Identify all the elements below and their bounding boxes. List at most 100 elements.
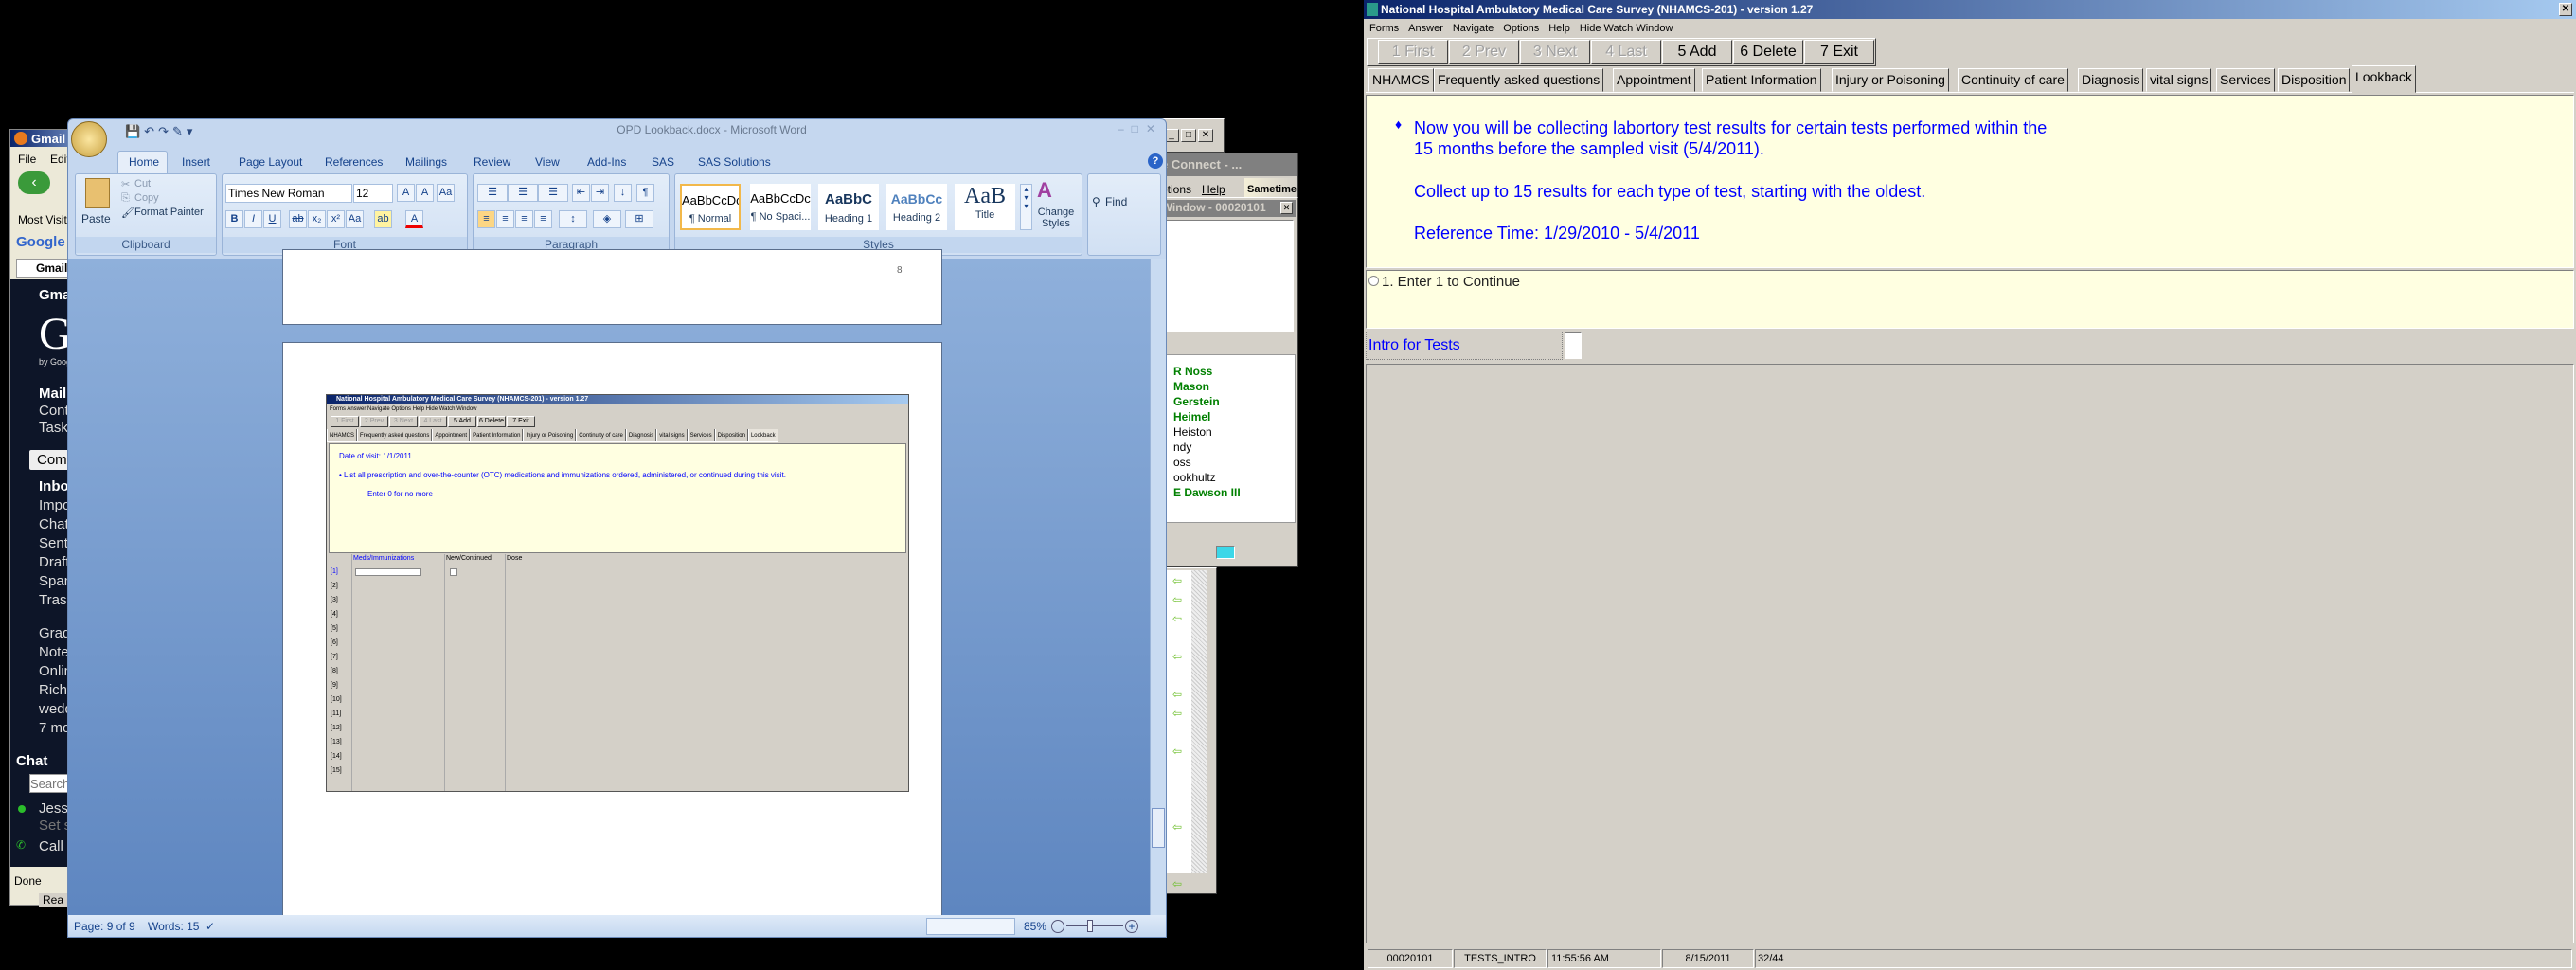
answer-option[interactable]: 1. Enter 1 to Continue (1382, 274, 1520, 290)
tab-page-layout[interactable]: Page Layout (239, 155, 302, 169)
close-icon[interactable]: ✕ (1198, 129, 1213, 142)
tab-disposition[interactable]: Disposition (2278, 68, 2351, 92)
contact-item[interactable]: Heimel (1173, 410, 1210, 423)
chat-bubble-icon[interactable] (1216, 546, 1235, 559)
tab-sas[interactable]: SAS (652, 155, 674, 169)
format-painter-button[interactable]: Format Painter (134, 207, 204, 218)
font-name-select[interactable]: Times New Roman (225, 184, 352, 203)
tab-view[interactable]: View (535, 155, 560, 169)
tab-nhamcs[interactable]: NHAMCS (1368, 68, 1434, 92)
tab-injury-or-poisoning[interactable]: Injury or Poisoning (1832, 68, 1949, 92)
tab-vital-signs[interactable]: vital signs (2146, 68, 2212, 92)
menu-navigate[interactable]: Navigate (1453, 23, 1494, 34)
tab-diagnosis[interactable]: Diagnosis (2078, 68, 2144, 92)
folder-sent[interactable]: Sent (39, 535, 68, 551)
justify-icon[interactable]: ≡ (534, 210, 552, 228)
label-grad[interactable]: Grad (39, 625, 70, 641)
underline-icon[interactable]: U (263, 210, 281, 228)
subscript-icon[interactable]: x₂ (308, 210, 326, 228)
contact-item[interactable]: ookhultz (1173, 471, 1216, 484)
menu-file[interactable]: File (18, 153, 36, 166)
status-words[interactable]: Words: 15 (148, 915, 199, 937)
font-color-icon[interactable]: A (405, 210, 423, 228)
tab-services[interactable]: Services (2216, 68, 2275, 92)
last-button[interactable]: 4 Last (1591, 40, 1661, 64)
cut-button[interactable]: Cut (134, 178, 151, 189)
italic-icon[interactable]: I (244, 210, 262, 228)
back-button[interactable]: ‹ (18, 171, 50, 194)
borders-icon[interactable]: ⊞ (625, 210, 653, 228)
decrease-indent-icon[interactable]: ⇤ (572, 184, 590, 202)
tab-insert[interactable]: Insert (182, 155, 210, 169)
view-buttons[interactable] (926, 918, 1015, 935)
style-normal[interactable]: AaBbCcDc ¶ Normal (680, 184, 741, 230)
sort-icon[interactable]: ↓ (614, 184, 632, 202)
exit-button[interactable]: 7 Exit (1804, 40, 1874, 64)
bullets-icon[interactable]: ☰ (477, 184, 508, 202)
prev-button[interactable]: 2 Prev (1449, 40, 1519, 64)
contact-item[interactable]: ndy (1173, 440, 1191, 454)
contact-item[interactable]: oss (1173, 456, 1191, 469)
align-right-icon[interactable]: ≡ (515, 210, 533, 228)
tab-add-ins[interactable]: Add-Ins (587, 155, 626, 169)
next-button[interactable]: 3 Next (1520, 40, 1590, 64)
delete-button[interactable]: 6 Delete (1733, 40, 1803, 64)
help-icon[interactable]: ? (1148, 153, 1163, 169)
style-no-spacing[interactable]: AaBbCcDc ¶ No Spaci... (750, 184, 811, 230)
proofing-icon[interactable]: ✓ (206, 915, 215, 937)
clear-formatting-icon[interactable]: Aa (437, 184, 455, 202)
copy-button[interactable]: Copy (134, 192, 159, 204)
align-center-icon[interactable]: ≡ (496, 210, 514, 228)
grow-font-icon[interactable]: A (397, 184, 415, 202)
align-left-icon[interactable]: ≡ (477, 210, 495, 228)
find-button[interactable]: Find (1105, 195, 1127, 208)
tab-mailings[interactable]: Mailings (405, 155, 447, 169)
nav-mail[interactable]: Mail (39, 386, 66, 402)
add-button[interactable]: 5 Add (1662, 40, 1732, 64)
tab-home[interactable]: Home (129, 155, 159, 169)
maximize-icon[interactable]: □ (1181, 129, 1196, 142)
contact-item[interactable]: Heiston (1173, 425, 1212, 439)
window-controls[interactable]: –□✕ (1118, 122, 1163, 135)
multilevel-list-icon[interactable]: ☰ (538, 184, 568, 202)
menu-options[interactable]: Options (1503, 23, 1539, 34)
show-formatting-icon[interactable]: ¶ (636, 184, 654, 202)
tab-continuity-of-care[interactable]: Continuity of care (1958, 68, 2068, 92)
status-page[interactable]: Page: 9 of 9 (74, 915, 135, 937)
shrink-font-icon[interactable]: A (416, 184, 434, 202)
arrow-list-scrollbar[interactable] (1191, 570, 1207, 873)
superscript-icon[interactable]: x² (327, 210, 345, 228)
tab-lookback[interactable]: Lookback (2352, 65, 2416, 93)
taskbar-item[interactable]: Rea (39, 893, 68, 907)
strikethrough-icon[interactable]: ab (289, 210, 307, 228)
menu-answer[interactable]: Answer (1408, 23, 1443, 34)
tab-review[interactable]: Review (474, 155, 510, 169)
style-heading-1[interactable]: AaBbC Heading 1 (818, 184, 879, 230)
font-size-select[interactable]: 12 (353, 184, 393, 203)
close-icon[interactable]: ✕ (2559, 3, 2572, 16)
numbering-icon[interactable]: ☰ (508, 184, 538, 202)
tab-patient-information[interactable]: Patient Information (1702, 68, 1821, 92)
menu-forms[interactable]: Forms (1369, 23, 1399, 34)
sametime-menu-help[interactable]: Help (1202, 183, 1225, 196)
increase-indent-icon[interactable]: ⇥ (591, 184, 609, 202)
line-spacing-icon[interactable]: ↕ (559, 210, 587, 228)
contact-item[interactable]: R Noss (1173, 365, 1212, 378)
shading-icon[interactable]: ◈ (593, 210, 621, 228)
contact-item[interactable]: E Dawson III (1173, 486, 1241, 499)
close-icon[interactable]: ✕ (1280, 202, 1293, 214)
tab-faq[interactable]: Frequently asked questions (1434, 68, 1604, 92)
contact-item[interactable]: Gerstein (1173, 395, 1220, 408)
bold-icon[interactable]: B (225, 210, 243, 228)
tab-references[interactable]: References (325, 155, 383, 169)
intro-for-tests-input[interactable] (1565, 332, 1582, 359)
styles-scroll[interactable]: ▴ ▾ ▾ (1020, 184, 1032, 230)
paste-button[interactable]: Paste (81, 212, 111, 225)
change-case-icon[interactable]: Aa (346, 210, 364, 228)
paste-icon[interactable] (85, 178, 110, 208)
change-styles-button[interactable]: Change Styles (1035, 207, 1077, 229)
scroll-thumb[interactable] (1152, 808, 1165, 848)
zoom-in-icon[interactable]: + (1125, 920, 1138, 933)
vertical-scrollbar[interactable] (1150, 259, 1166, 915)
zoom-slider-thumb[interactable] (1087, 920, 1093, 932)
